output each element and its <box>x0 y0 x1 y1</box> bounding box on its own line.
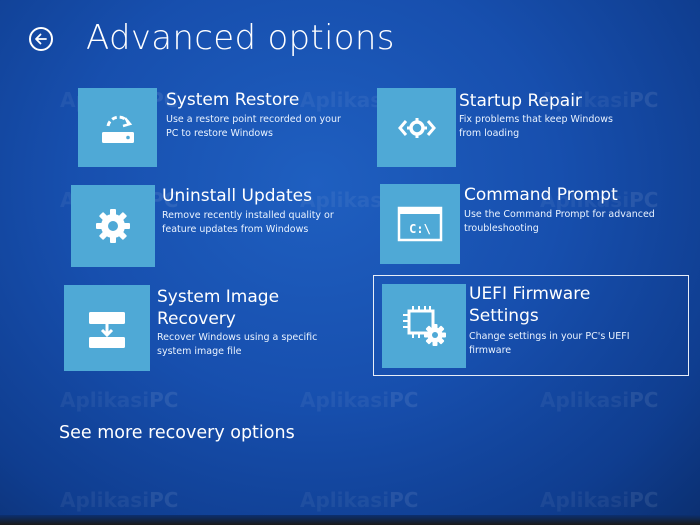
option-tile <box>377 88 456 167</box>
option-tile <box>382 284 466 368</box>
option-system-restore[interactable]: System Restore Use a restore point recor… <box>78 88 358 168</box>
option-tile <box>78 88 157 167</box>
startup-repair-icon <box>397 117 436 138</box>
option-startup-repair[interactable]: Startup Repair Fix problems that keep Wi… <box>377 88 637 168</box>
option-label: Command Prompt <box>464 185 618 205</box>
watermark: AplikasiPC <box>60 388 179 412</box>
watermark: AplikasiPC <box>60 488 179 512</box>
back-button[interactable] <box>29 27 53 51</box>
option-label: System Restore <box>166 90 300 110</box>
option-description: Change settings in your PC's UEFI firmwa… <box>469 331 630 356</box>
option-command-prompt[interactable]: C:\ Command Prompt Use the Command Promp… <box>380 184 670 266</box>
screen-bottom-bezel <box>0 515 700 525</box>
system-restore-icon <box>101 115 134 143</box>
svg-text:C:\: C:\ <box>409 222 431 236</box>
option-label: Uninstall Updates <box>162 186 312 206</box>
watermark: AplikasiPC <box>300 388 419 412</box>
option-label: UEFI Firmware Settings <box>469 284 591 326</box>
see-more-recovery-options-link[interactable]: See more recovery options <box>59 423 295 443</box>
option-system-image-recovery[interactable]: System Image Recovery Recover Windows us… <box>64 285 364 373</box>
option-uninstall-updates[interactable]: Uninstall Updates Remove recently instal… <box>71 185 361 267</box>
option-description: Use the Command Prompt for advanced trou… <box>464 209 655 234</box>
system-image-icon <box>89 312 125 348</box>
option-description: Recover Windows using a specific system … <box>157 332 318 357</box>
option-description: Fix problems that keep Windows from load… <box>459 114 613 139</box>
option-label: Startup Repair <box>459 91 582 111</box>
watermark: AplikasiPC <box>300 488 419 512</box>
arrow-left-icon <box>35 33 47 45</box>
option-tile <box>64 285 150 371</box>
option-tile: C:\ <box>380 184 460 264</box>
watermark: AplikasiPC <box>540 388 659 412</box>
page-title: Advanced options <box>86 18 395 58</box>
option-tile <box>71 185 155 267</box>
command-prompt-icon: C:\ <box>397 206 443 242</box>
option-label: System Image Recovery <box>157 287 280 329</box>
watermark: AplikasiPC <box>540 488 659 512</box>
option-description: Remove recently installed quality or fea… <box>162 210 334 235</box>
option-description: Use a restore point recorded on your PC … <box>166 114 341 139</box>
gear-icon <box>96 209 130 243</box>
firmware-chip-gear-icon <box>403 306 446 346</box>
option-uefi-firmware-settings[interactable]: UEFI Firmware Settings Change settings i… <box>373 275 689 376</box>
